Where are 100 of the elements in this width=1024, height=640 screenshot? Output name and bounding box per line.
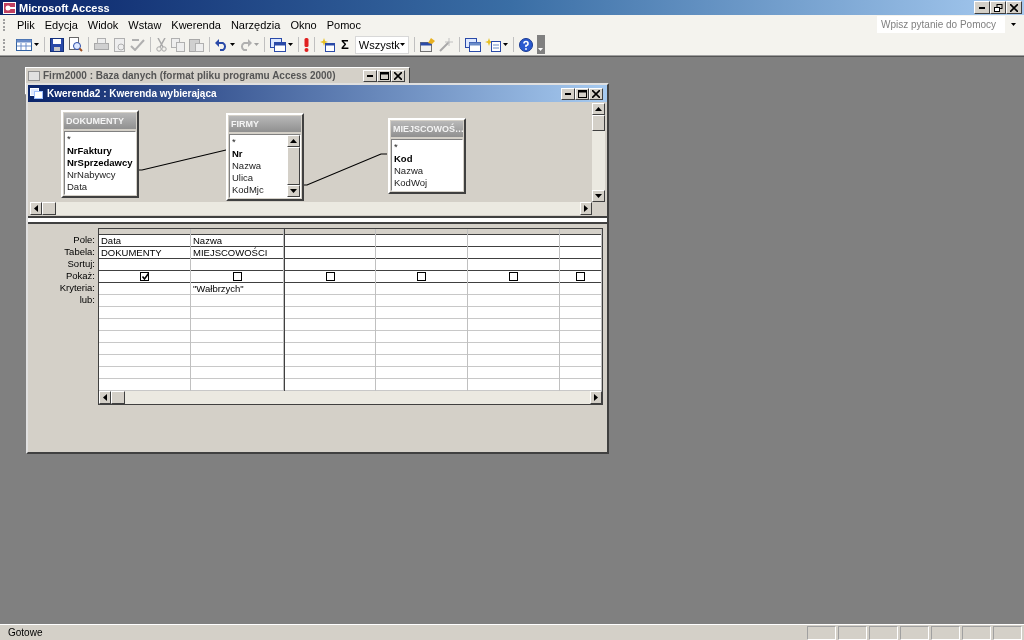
column-selector[interactable] <box>376 229 467 235</box>
scrollbar[interactable] <box>287 135 300 197</box>
minimize-button[interactable] <box>974 1 990 14</box>
field-list-item[interactable]: NrNabywcy <box>67 169 133 181</box>
toolbar-options-button[interactable] <box>536 35 545 54</box>
design-grid[interactable]: Data DOKUMENTY Nazwa MIEJSCOWOŚCI "Wałbrzych" <box>99 229 602 391</box>
field-list-item[interactable]: NrFaktury <box>67 145 133 157</box>
dropdown-arrow-icon[interactable] <box>230 43 235 46</box>
restore-button[interactable] <box>990 1 1006 14</box>
show-table-icon[interactable] <box>320 37 335 52</box>
print-preview-icon[interactable] <box>68 37 83 52</box>
row-label: Pole: <box>72 234 96 246</box>
toolbar-grip <box>3 38 7 51</box>
maximize-button[interactable] <box>575 87 589 100</box>
table-cell[interactable]: Nazwa <box>193 235 223 246</box>
close-button[interactable] <box>391 69 405 82</box>
field-list-item[interactable]: Kod <box>394 153 460 165</box>
clipboard-icon[interactable] <box>189 37 204 52</box>
menu-item[interactable]: Kwerenda <box>166 18 226 31</box>
status-panel <box>900 625 929 640</box>
checkbox[interactable] <box>140 272 149 281</box>
column-selector[interactable] <box>285 229 375 235</box>
field-list-item[interactable]: * <box>67 133 133 145</box>
undo-icon[interactable] <box>215 38 228 51</box>
maximize-button[interactable] <box>377 69 391 82</box>
field-list-item[interactable]: KodWoj <box>394 177 460 189</box>
field-list-item[interactable]: Nr <box>232 148 285 160</box>
field-list-item[interactable]: Nazwa <box>232 160 285 172</box>
checkbox[interactable] <box>576 272 585 281</box>
database-window-icon[interactable] <box>464 37 481 52</box>
close-icon <box>592 89 600 98</box>
dropdown-arrow-icon[interactable] <box>399 43 405 46</box>
menu-item[interactable]: Okno <box>285 18 322 31</box>
field-list-item[interactable]: * <box>232 136 285 148</box>
scroll-arrow-button[interactable] <box>580 202 592 215</box>
scroll-arrow-button[interactable] <box>287 185 300 197</box>
table-field-list[interactable]: MIEJSCOWOŚ… * Kod Nazwa KodWoj <box>388 118 466 194</box>
dropdown-arrow-icon[interactable] <box>34 43 39 46</box>
menu-item[interactable]: Plik <box>12 18 40 31</box>
scroll-arrow-button[interactable] <box>99 391 111 404</box>
minimize-icon <box>565 92 571 95</box>
help-icon[interactable] <box>518 37 533 52</box>
field-list-item[interactable]: Data <box>67 181 133 193</box>
run-icon[interactable] <box>304 37 309 52</box>
scroll-arrow-button[interactable] <box>592 190 605 202</box>
dropdown-arrow-icon[interactable] <box>502 43 508 46</box>
scroll-arrow-button[interactable] <box>592 103 605 115</box>
help-search-field[interactable]: Wpisz pytanie do Pomocy <box>877 16 1005 33</box>
table-field-list[interactable]: DOKUMENTY * NrFaktury NrSprzedawcy NrNabywcy Data <box>61 110 139 198</box>
top-values-combo[interactable]: Wszystk <box>354 35 409 54</box>
query-type-icon[interactable] <box>270 37 286 52</box>
menu-item[interactable]: Widok <box>82 18 124 31</box>
datasheet-view-icon[interactable] <box>16 37 32 52</box>
menu-item[interactable]: Wstaw <box>123 18 167 31</box>
window-title: Kwerenda2 : Kwerenda wybierająca <box>47 88 217 99</box>
totals-button[interactable]: Σ <box>339 37 351 52</box>
menu-item[interactable]: Pomoc <box>321 18 366 31</box>
scroll-thumb[interactable] <box>111 391 125 404</box>
new-object-icon[interactable] <box>484 37 501 52</box>
caret-icon <box>538 48 544 51</box>
column-selector[interactable] <box>99 229 190 235</box>
close-button[interactable] <box>589 87 603 100</box>
scroll-thumb[interactable] <box>42 202 56 215</box>
scroll-arrow-button[interactable] <box>590 391 602 404</box>
scroll-arrow-button[interactable] <box>287 135 300 147</box>
pane-splitter[interactable] <box>28 216 607 224</box>
menu-item[interactable]: Edycja <box>39 18 83 31</box>
scrollbar[interactable] <box>30 202 592 215</box>
close-button[interactable] <box>1006 1 1022 14</box>
app-title: Microsoft Access <box>19 1 110 14</box>
menu-item[interactable]: Narzędzia <box>225 18 286 31</box>
minimize-button[interactable] <box>561 87 575 100</box>
table-cell[interactable]: "Wałbrzych" <box>193 283 244 294</box>
field-list-item[interactable]: * <box>394 141 460 153</box>
table-name: MIEJSCOWOŚ… <box>391 121 463 137</box>
table-cell[interactable]: DOKUMENTY <box>101 247 162 258</box>
checkbox[interactable] <box>232 272 242 281</box>
properties-icon[interactable] <box>419 37 435 52</box>
field-list-item[interactable]: Nazwa <box>394 165 460 177</box>
minimize-button[interactable] <box>363 69 377 82</box>
table-field-list[interactable]: FIRMY * Nr Nazwa Ulica KodMjc <box>226 113 304 201</box>
column-selector[interactable] <box>468 229 559 235</box>
field-list-item[interactable]: KodMjc <box>232 184 285 196</box>
scroll-thumb[interactable] <box>592 115 605 131</box>
table-cell[interactable]: MIEJSCOWOŚCI <box>193 247 268 258</box>
checkbox[interactable] <box>325 272 335 281</box>
scroll-arrow-button[interactable] <box>30 202 42 215</box>
checkbox[interactable] <box>509 272 518 281</box>
scrollbar[interactable] <box>99 391 602 404</box>
dropdown-arrow-icon[interactable] <box>1011 23 1016 26</box>
table-cell[interactable]: Data <box>101 235 122 246</box>
checkbox[interactable] <box>417 272 426 281</box>
dropdown-arrow-icon[interactable] <box>288 43 293 46</box>
column-selector[interactable] <box>191 229 283 235</box>
field-list-item[interactable]: Ulica <box>232 172 285 184</box>
column-selector[interactable] <box>560 229 601 235</box>
field-list-item[interactable]: NrSprzedawcy <box>67 157 133 169</box>
scrollbar[interactable] <box>592 103 605 202</box>
save-icon[interactable] <box>50 37 64 52</box>
window-title: Firm2000 : Baza danych (format pliku programu Access 2000) <box>43 70 336 81</box>
